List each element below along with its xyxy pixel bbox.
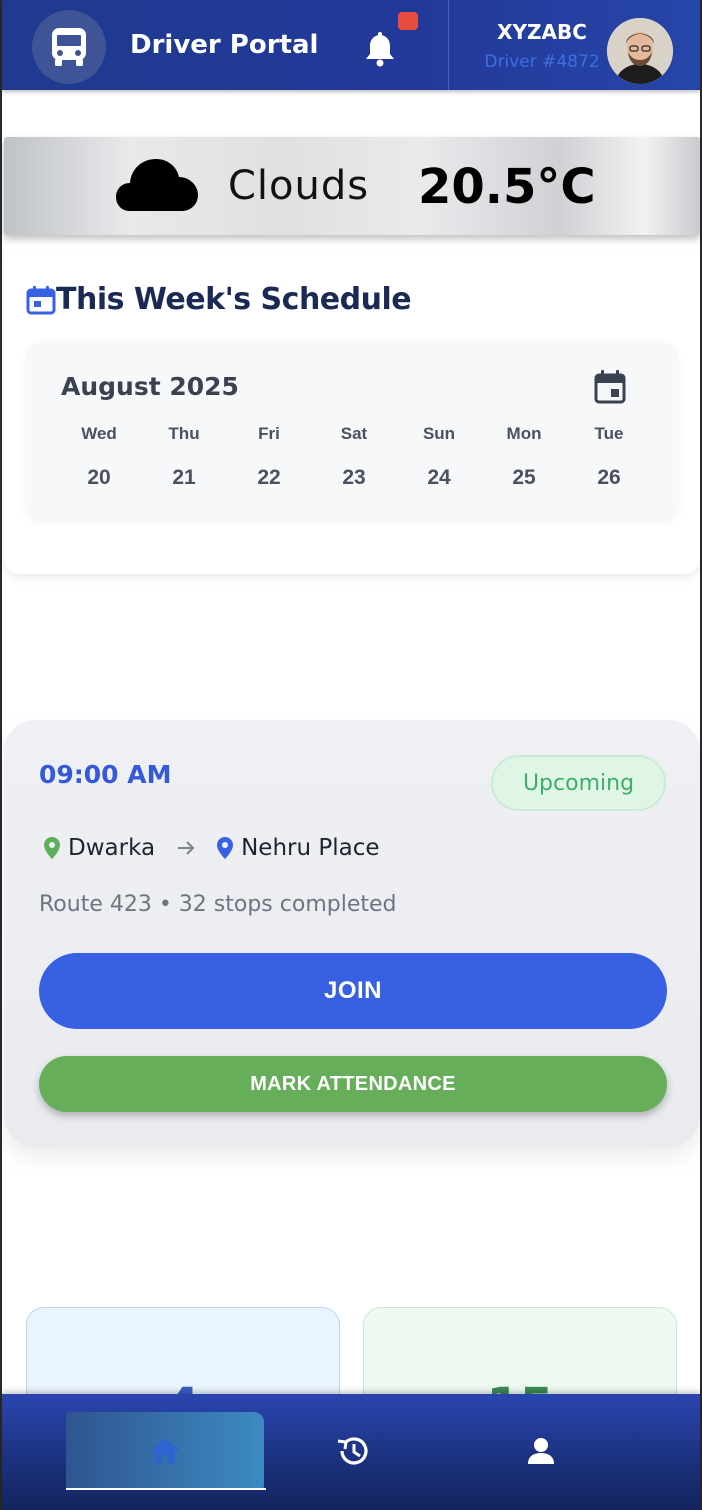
- week-calendar: August 2025 Wed 20 Thu 21 Fri 22 Sat 23: [26, 342, 678, 520]
- map-pin-icon: [217, 837, 234, 859]
- app-title: Driver Portal: [130, 30, 319, 60]
- bell-icon: [366, 32, 394, 67]
- schedule-header: This Week's Schedule: [26, 282, 412, 317]
- profile-icon: [528, 1438, 554, 1464]
- calendar-day[interactable]: Wed 20: [64, 424, 134, 490]
- mark-attendance-button[interactable]: MARK ATTENDANCE: [39, 1056, 667, 1112]
- calendar-day[interactable]: Tue 26: [574, 424, 644, 490]
- trip-card: 09:00 AM Upcoming Dwarka Nehru Place Rou…: [4, 720, 700, 1148]
- trip-origin: Dwarka: [68, 835, 156, 861]
- trip-route: Dwarka Nehru Place: [44, 835, 380, 861]
- day-name: Fri: [258, 424, 280, 443]
- calendar-day[interactable]: Fri 22: [234, 424, 304, 490]
- route-info: Route 423 • 32 stops completed: [39, 892, 397, 917]
- user-photo: [607, 18, 673, 84]
- status-badge: Upcoming: [491, 755, 666, 811]
- nav-home[interactable]: [66, 1412, 264, 1490]
- trip-time: 09:00 AM: [39, 760, 172, 789]
- nav-history[interactable]: [254, 1412, 452, 1490]
- arrow-right-icon: [178, 841, 195, 855]
- home-icon: [150, 1438, 180, 1464]
- map-pin-icon: [44, 837, 60, 859]
- day-date: 25: [512, 466, 536, 489]
- calendar-day[interactable]: Thu 21: [149, 424, 219, 490]
- weather-temperature: 20.5°C: [418, 159, 596, 215]
- day-name: Tue: [594, 424, 624, 443]
- day-date: 22: [257, 466, 281, 489]
- calendar-month: August 2025: [61, 372, 239, 401]
- header-divider: [448, 0, 449, 90]
- day-name: Sun: [422, 424, 456, 443]
- weather-description: Clouds: [228, 163, 370, 209]
- avatar[interactable]: [607, 18, 673, 84]
- day-date: 24: [427, 466, 451, 489]
- calendar-picker-button[interactable]: [594, 370, 626, 409]
- day-name: Mon: [506, 424, 542, 443]
- calendar-icon: [594, 370, 626, 404]
- day-date: 23: [342, 466, 366, 489]
- driver-id: Driver #4872: [484, 52, 600, 72]
- schedule-title: This Week's Schedule: [56, 282, 412, 317]
- calendar-day[interactable]: Sun 24: [404, 424, 474, 490]
- notification-badge: [398, 12, 418, 30]
- day-name: Wed: [81, 424, 117, 443]
- day-date: 26: [597, 466, 621, 489]
- schedule-section: This Week's Schedule August 2025 Wed 20 …: [4, 250, 700, 574]
- nav-active-indicator: [66, 1488, 266, 1490]
- cloud-icon: [116, 159, 198, 211]
- weather-banner: Clouds 20.5°C: [4, 137, 700, 235]
- app-header: Driver Portal XYZABC Driver #4872: [2, 0, 700, 90]
- user-name: XYZABC: [497, 20, 587, 44]
- day-name: Sat: [340, 424, 368, 443]
- nav-profile[interactable]: [442, 1412, 640, 1490]
- calendar-icon: [26, 285, 56, 314]
- day-date: 20: [87, 466, 111, 489]
- app-logo[interactable]: [32, 10, 106, 84]
- calendar-day[interactable]: Mon 25: [489, 424, 559, 490]
- day-date: 21: [172, 466, 196, 489]
- notification-button[interactable]: [364, 32, 396, 68]
- calendar-day[interactable]: Sat 23: [319, 424, 389, 490]
- day-name: Thu: [168, 424, 200, 443]
- history-icon: [337, 1437, 368, 1465]
- trip-destination: Nehru Place: [241, 835, 380, 861]
- bottom-nav: [2, 1394, 700, 1510]
- join-button[interactable]: JOIN: [39, 953, 667, 1029]
- bus-icon: [52, 28, 86, 66]
